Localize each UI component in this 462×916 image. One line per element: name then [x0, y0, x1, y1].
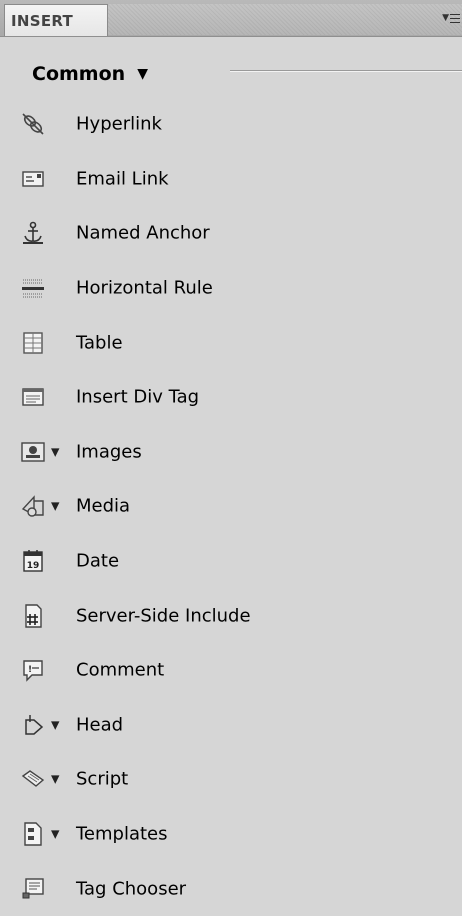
item-label: Email Link — [76, 168, 169, 190]
item-label: Server-Side Include — [76, 605, 251, 627]
item-label: Table — [76, 332, 123, 354]
item-label: Date — [76, 550, 120, 572]
panel-options-menu-icon[interactable]: ▼ — [434, 6, 460, 30]
script-icon — [20, 766, 46, 792]
named-anchor-icon — [20, 220, 46, 246]
chevron-down-icon[interactable]: ▼ — [51, 828, 59, 841]
tab-strip — [108, 4, 462, 35]
panel-menu-lines — [450, 13, 460, 23]
item-label: Named Anchor — [76, 222, 210, 244]
svg-text:!: ! — [28, 665, 32, 675]
table-icon — [20, 330, 46, 356]
chevron-down-icon[interactable]: ▼ — [51, 773, 59, 786]
insert-item-div-tag[interactable]: Insert Div Tag — [0, 370, 462, 425]
horizontal-rule-icon — [20, 275, 46, 301]
insert-item-named-anchor[interactable]: Named Anchor — [0, 206, 462, 261]
category-selector[interactable]: Common ▼ — [32, 60, 148, 88]
insert-panel: INSERT ▼ Common ▼ Hyperlink Email Link N… — [0, 0, 462, 900]
item-label: Templates — [76, 823, 168, 845]
insert-item-media[interactable]: ▼ Media — [0, 479, 462, 534]
templates-icon — [20, 821, 46, 847]
date-icon: 19 — [20, 548, 46, 574]
chevron-down-icon: ▼ — [137, 66, 148, 82]
tab-insert[interactable]: INSERT — [4, 4, 108, 36]
insert-item-email-link[interactable]: Email Link — [0, 152, 462, 207]
chevron-down-icon[interactable]: ▼ — [51, 718, 59, 731]
insert-item-server-side-include[interactable]: Server-Side Include — [0, 588, 462, 643]
insert-item-script[interactable]: ▼ Script — [0, 752, 462, 807]
insert-item-date[interactable]: 19 Date — [0, 534, 462, 589]
item-label: Head — [76, 714, 124, 736]
media-icon — [20, 493, 46, 519]
panel-header: INSERT ▼ — [0, 0, 462, 37]
server-side-include-icon — [20, 603, 46, 629]
divider — [230, 70, 462, 72]
hyperlink-icon — [20, 111, 46, 137]
item-label: Comment — [76, 659, 165, 681]
insert-item-table[interactable]: Table — [0, 315, 462, 370]
images-icon — [20, 439, 46, 465]
insert-items-list: Hyperlink Email Link Named Anchor Horizo… — [0, 97, 462, 916]
item-label: Insert Div Tag — [76, 386, 200, 408]
chevron-down-icon[interactable]: ▼ — [51, 500, 59, 513]
item-label: Script — [76, 768, 129, 790]
head-icon — [20, 712, 46, 738]
item-label: Images — [76, 441, 142, 463]
email-link-icon — [20, 166, 46, 192]
insert-item-horizontal-rule[interactable]: Horizontal Rule — [0, 261, 462, 316]
insert-item-head[interactable]: ▼ Head — [0, 698, 462, 753]
div-tag-icon — [20, 384, 46, 410]
insert-item-comment[interactable]: ! Comment — [0, 643, 462, 698]
category-label: Common — [32, 63, 126, 85]
insert-item-images[interactable]: ▼ Images — [0, 425, 462, 480]
item-label: Tag Chooser — [76, 878, 187, 900]
item-label: Hyperlink — [76, 113, 162, 135]
date-icon-number: 19 — [27, 561, 40, 571]
chevron-down-icon[interactable]: ▼ — [51, 445, 59, 458]
item-label: Horizontal Rule — [76, 277, 213, 299]
item-label: Media — [76, 495, 131, 517]
panel-menu-arrow: ▼ — [442, 13, 449, 23]
tag-chooser-icon — [20, 876, 46, 902]
insert-item-templates[interactable]: ▼ Templates — [0, 807, 462, 862]
insert-item-tag-chooser[interactable]: Tag Chooser — [0, 861, 462, 916]
insert-item-hyperlink[interactable]: Hyperlink — [0, 97, 462, 152]
comment-icon: ! — [20, 657, 46, 683]
